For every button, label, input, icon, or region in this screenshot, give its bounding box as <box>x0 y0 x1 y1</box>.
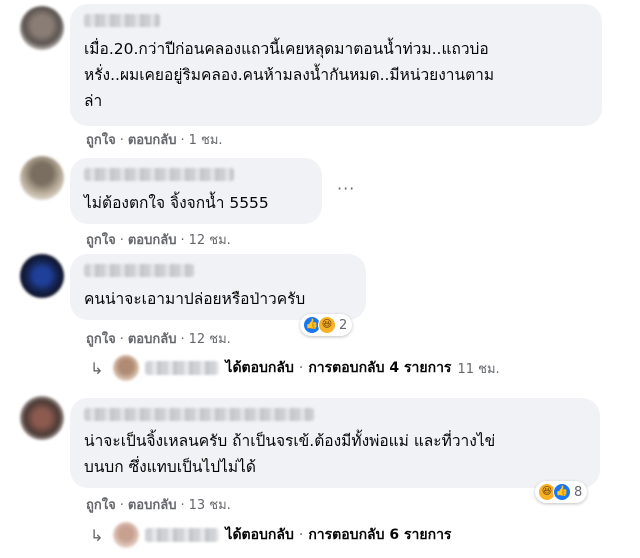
reaction-summary[interactable]: 👍 😆 2 <box>300 314 353 336</box>
reply-link[interactable]: ตอบกลับ <box>128 498 177 513</box>
comment-bubble: เมื่อ.20.กว่าปีก่อนคลองแถวนี้เคยหลุดมาตอ… <box>70 4 602 126</box>
comment-text: น่าจะเป็นจิ้งเหลนครับ ถ้าเป็นจรเข้.ต้องม… <box>84 432 496 476</box>
comment-actions: ถูกใจ · ตอบกลับ · 12 ชม. <box>86 233 231 248</box>
commenter-name[interactable] <box>84 14 160 27</box>
like-link[interactable]: ถูกใจ <box>86 498 116 513</box>
comment-bubble: ไม่ต้องตกใจ จิ้งจกน้ำ 5555 <box>70 158 322 224</box>
view-replies[interactable]: ↳ ได้ตอบกลับ · การตอบกลับ 4 รายการ 11 ชม… <box>90 355 500 381</box>
reply-avatar <box>113 522 140 548</box>
reply-time: 11 ชม. <box>457 361 500 377</box>
comment-text: คนน่าจะเอามาปล่อยหรือป่าวครับ <box>84 290 306 308</box>
haha-icon: 😆 <box>318 316 336 334</box>
more-options-icon[interactable]: ··· <box>337 179 355 198</box>
reply-arrow-icon: ↳ <box>90 525 104 545</box>
reply-arrow-icon: ↳ <box>90 358 104 378</box>
reply-link[interactable]: ตอบกลับ <box>128 233 177 248</box>
commenter-name[interactable] <box>84 264 194 277</box>
commenter-name[interactable] <box>84 168 234 181</box>
reaction-count: 8 <box>574 484 583 500</box>
replier-name <box>145 528 220 542</box>
timestamp[interactable]: 13 ชม. <box>189 498 231 513</box>
reply-count-label: การตอบกลับ 6 รายการ <box>308 527 452 543</box>
commenter-name[interactable] <box>84 408 314 421</box>
comment-text: เมื่อ.20.กว่าปีก่อนคลองแถวนี้เคยหลุดมาตอ… <box>84 40 495 110</box>
avatar[interactable] <box>20 6 64 50</box>
reaction-summary[interactable]: 😆 👍 8 <box>535 481 588 503</box>
timestamp[interactable]: 12 ชม. <box>189 332 231 347</box>
avatar[interactable] <box>20 254 64 298</box>
replied-label: ได้ตอบกลับ <box>225 360 294 376</box>
like-link[interactable]: ถูกใจ <box>86 233 116 248</box>
comment-actions: ถูกใจ · ตอบกลับ · 12 ชม. <box>86 332 231 347</box>
like-icon: 👍 <box>553 483 571 501</box>
comment-actions: ถูกใจ · ตอบกลับ · 1 ชม. <box>86 133 223 148</box>
reply-link[interactable]: ตอบกลับ <box>128 332 177 347</box>
replied-label: ได้ตอบกลับ <box>225 527 294 543</box>
like-link[interactable]: ถูกใจ <box>86 332 116 347</box>
replier-name <box>145 361 220 375</box>
comment-actions: ถูกใจ · ตอบกลับ · 13 ชม. <box>86 498 231 513</box>
view-replies[interactable]: ↳ ได้ตอบกลับ · การตอบกลับ 6 รายการ <box>90 522 451 548</box>
avatar[interactable] <box>20 156 64 200</box>
reply-avatar <box>113 355 140 381</box>
reaction-count: 2 <box>339 317 348 333</box>
reply-link[interactable]: ตอบกลับ <box>128 133 177 148</box>
reply-count-label: การตอบกลับ 4 รายการ <box>308 360 452 376</box>
comment-text: ไม่ต้องตกใจ จิ้งจกน้ำ 5555 <box>84 194 269 212</box>
timestamp[interactable]: 12 ชม. <box>189 233 231 248</box>
comment-bubble: คนน่าจะเอามาปล่อยหรือป่าวครับ <box>70 254 366 320</box>
avatar[interactable] <box>20 396 64 440</box>
timestamp[interactable]: 1 ชม. <box>189 133 223 148</box>
like-link[interactable]: ถูกใจ <box>86 133 116 148</box>
comment-bubble: น่าจะเป็นจิ้งเหลนครับ ถ้าเป็นจรเข้.ต้องม… <box>70 398 600 488</box>
